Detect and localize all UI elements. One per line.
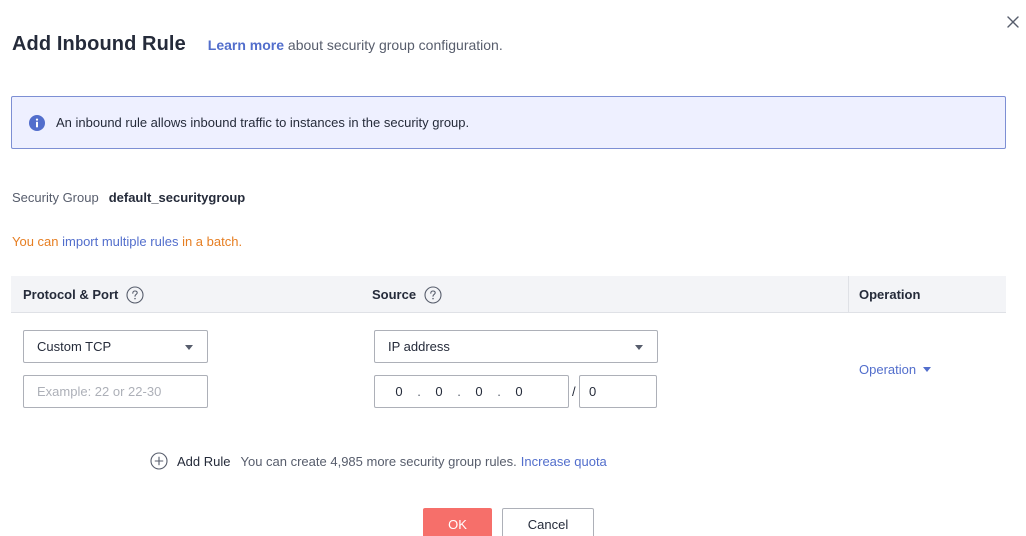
column-source: Source xyxy=(372,276,442,313)
plus-circle-icon[interactable] xyxy=(150,452,168,470)
subnet-mask-input[interactable]: 0 xyxy=(579,375,657,408)
operation-dropdown[interactable]: Operation xyxy=(859,362,932,377)
dialog-title: Add Inbound Rule xyxy=(12,33,186,55)
protocol-select-value: Custom TCP xyxy=(37,339,112,354)
add-rule-row: Add Rule You can create 4,985 more secur… xyxy=(150,452,607,470)
ip-address-input[interactable]: 0 . 0 . 0 . 0 xyxy=(374,375,569,408)
chevron-down-icon xyxy=(185,345,193,350)
help-circle-icon[interactable] xyxy=(424,285,442,304)
security-group-label: Security Group xyxy=(12,190,99,205)
quota-text: You can create 4,985 more security group… xyxy=(240,454,606,469)
ok-button[interactable]: OK xyxy=(423,508,492,536)
info-icon xyxy=(29,114,45,131)
subnet-mask-value: 0 xyxy=(589,384,597,399)
increase-quota-link[interactable]: Increase quota xyxy=(521,454,607,469)
close-icon[interactable] xyxy=(1005,14,1021,30)
column-protocol-port: Protocol & Port xyxy=(23,276,144,313)
column-label: Protocol & Port xyxy=(23,287,119,302)
mask-separator: / xyxy=(572,384,576,399)
ip-octet-4[interactable]: 0 xyxy=(512,384,526,399)
chevron-down-icon xyxy=(635,345,643,350)
security-group-row: Security Group default_securitygroup xyxy=(12,190,245,205)
add-rule-button[interactable]: Add Rule xyxy=(177,454,230,469)
dialog-header: Add Inbound Rule Learn more about securi… xyxy=(12,33,503,56)
source-type-value: IP address xyxy=(388,339,450,354)
ip-octet-3[interactable]: 0 xyxy=(472,384,486,399)
source-type-select[interactable]: IP address xyxy=(374,330,658,363)
security-group-value: default_securitygroup xyxy=(108,190,246,205)
column-label: Operation xyxy=(859,287,921,302)
learn-more-link[interactable]: Learn more xyxy=(208,37,284,53)
ip-dot: . xyxy=(417,384,421,399)
column-label: Source xyxy=(372,287,417,302)
notice-text: An inbound rule allows inbound traffic t… xyxy=(56,115,470,130)
import-suffix: in a batch. xyxy=(178,234,243,249)
ip-octet-2[interactable]: 0 xyxy=(432,384,446,399)
ip-dot: . xyxy=(497,384,501,399)
column-divider xyxy=(848,276,849,313)
column-operation: Operation xyxy=(859,276,920,313)
ip-dot: . xyxy=(457,384,461,399)
rules-table-header: Protocol & Port Source Operation xyxy=(11,276,1006,313)
info-notice: An inbound rule allows inbound traffic t… xyxy=(11,96,1006,149)
ip-octet-1[interactable]: 0 xyxy=(392,384,406,399)
import-hint: You can import multiple rules in a batch… xyxy=(12,234,242,249)
learn-more-suffix: about security group configuration. xyxy=(284,37,503,53)
port-input[interactable] xyxy=(23,375,208,408)
operation-label: Operation xyxy=(859,362,917,377)
protocol-select[interactable]: Custom TCP xyxy=(23,330,208,363)
dialog-description: Learn more about security group configur… xyxy=(208,37,503,53)
import-prefix: You can xyxy=(12,234,63,249)
cancel-button[interactable]: Cancel xyxy=(502,508,594,536)
help-circle-icon[interactable] xyxy=(126,285,144,304)
quota-message: You can create 4,985 more security group… xyxy=(240,453,517,469)
caret-down-icon xyxy=(923,367,932,372)
import-multiple-rules-link[interactable]: import multiple rules xyxy=(62,234,178,249)
